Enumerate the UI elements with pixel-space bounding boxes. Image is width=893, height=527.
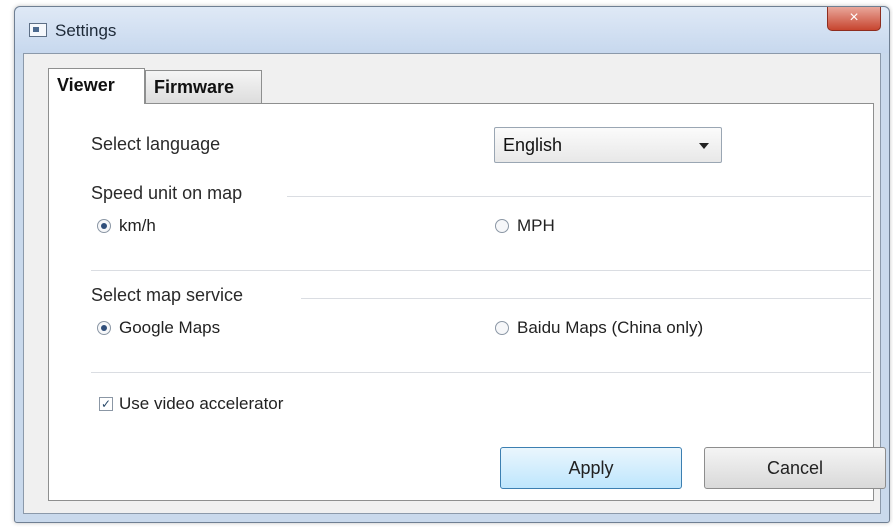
tab-viewer[interactable]: Viewer [48,68,145,104]
language-dropdown[interactable]: English [494,127,722,163]
google-maps-label[interactable]: Google Maps [119,318,220,338]
radio-google-maps[interactable] [97,321,111,335]
map-group-bottom-divider [91,372,871,373]
radio-mph[interactable] [495,219,509,233]
video-accelerator-label[interactable]: Use video accelerator [119,394,283,414]
video-accelerator-checkbox[interactable]: ✓ [99,397,113,411]
select-language-label: Select language [91,134,221,154]
window-title: Settings [55,21,117,40]
settings-window: Settings × Firmware Viewer Select langua… [14,6,890,523]
radio-kmh[interactable] [97,219,111,233]
language-selected-value: English [503,135,563,155]
tab-firmware[interactable]: Firmware [145,70,262,104]
baidu-maps-label[interactable]: Baidu Maps (China only) [517,318,703,338]
speed-group-bottom-divider [91,270,871,271]
app-icon [29,23,47,37]
cancel-button[interactable]: Cancel [704,447,886,489]
map-group-divider [301,298,871,299]
kmh-label[interactable]: km/h [119,216,156,236]
viewer-tab-panel: Select language English Speed unit on ma… [48,103,886,501]
apply-button[interactable]: Apply [500,447,682,489]
speed-group-divider [287,196,871,197]
map-service-group-label: Select map service [91,285,244,305]
speed-unit-group-label: Speed unit on map [91,183,243,203]
dialog-client-area: Firmware Viewer Select language English … [23,53,886,514]
radio-baidu-maps[interactable] [495,321,509,335]
mph-label[interactable]: MPH [517,216,555,236]
title-bar[interactable]: Settings × [15,7,889,53]
chevron-down-icon[interactable] [699,143,709,149]
close-button[interactable]: × [827,7,881,31]
